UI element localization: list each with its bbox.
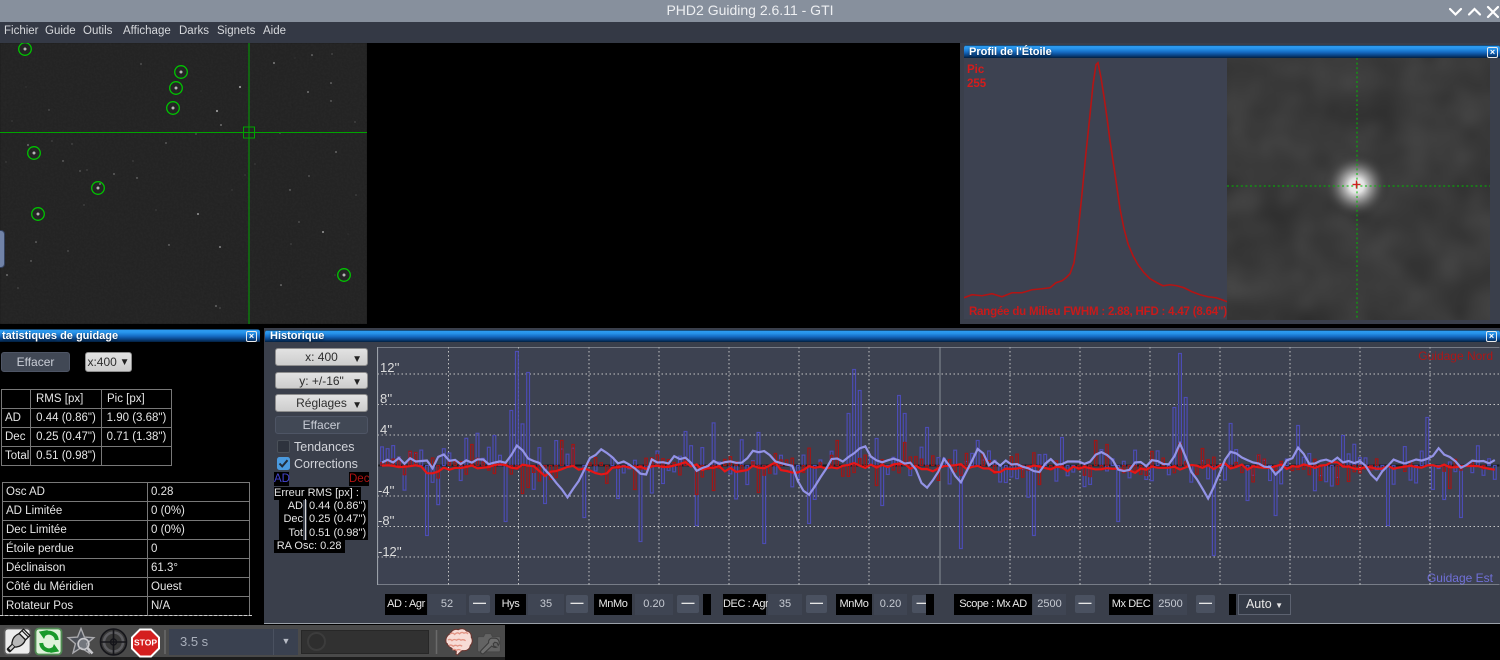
svg-text:STOP: STOP <box>134 638 157 648</box>
